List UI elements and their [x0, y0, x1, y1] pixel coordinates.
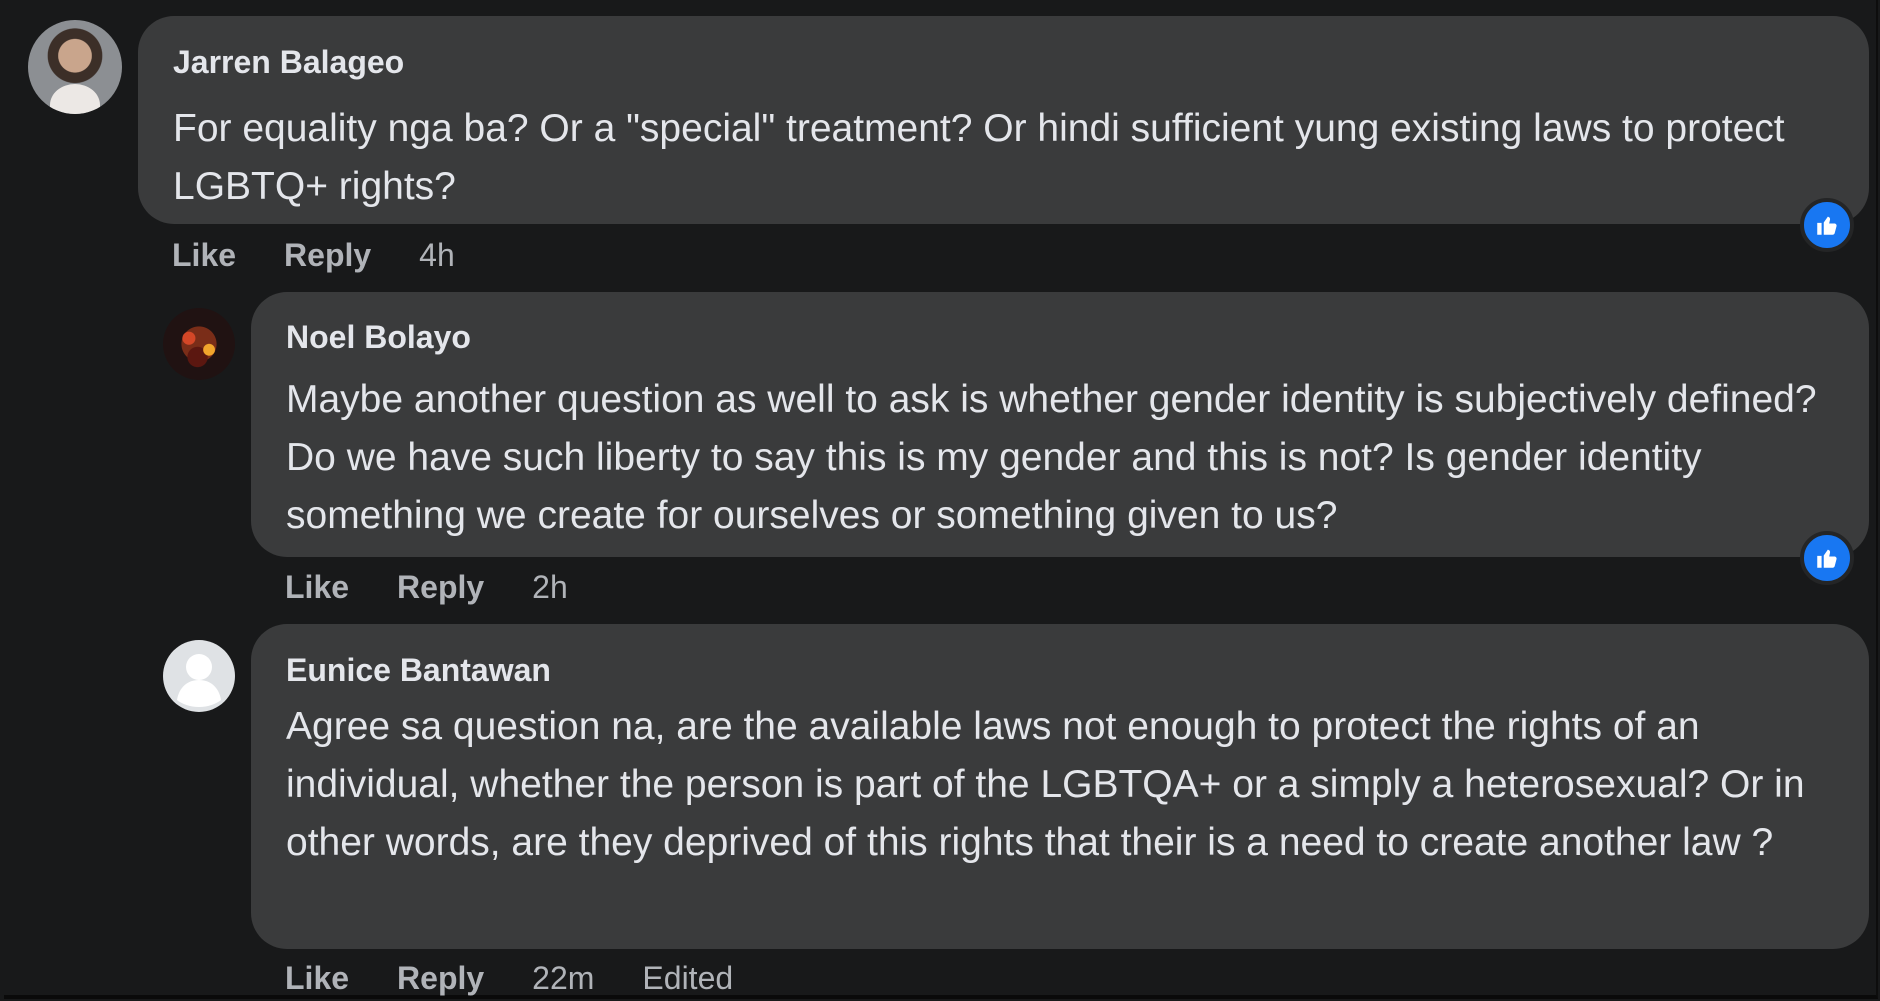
like-link[interactable]: Like	[172, 237, 236, 274]
comment-thread: Jarren Balageo For equality nga ba? Or a…	[4, 0, 1878, 999]
like-link[interactable]: Like	[285, 960, 349, 997]
comment-actions: Like Reply 22m Edited	[285, 960, 733, 997]
comment-author[interactable]: Noel Bolayo	[286, 319, 471, 356]
like-reaction-icon[interactable]	[1800, 531, 1854, 585]
comment-actions: Like Reply 2h	[285, 569, 568, 606]
reply-link[interactable]: Reply	[397, 569, 484, 606]
comment-text: Maybe another question as well to ask is…	[286, 378, 1817, 537]
comment-text: For equality nga ba? Or a "special" trea…	[173, 107, 1785, 208]
default-profile-icon	[177, 654, 221, 707]
reply-link[interactable]: Reply	[284, 237, 371, 274]
comment-bubble: Eunice Bantawan Agree sa question na, ar…	[251, 624, 1869, 949]
comment-author[interactable]: Jarren Balageo	[173, 44, 404, 81]
comment-actions: Like Reply 4h	[172, 237, 455, 274]
thumbs-up-icon	[1817, 549, 1837, 568]
comment-bubble: Jarren Balageo For equality nga ba? Or a…	[138, 16, 1869, 224]
comment-text: Agree sa question na, are the available …	[286, 705, 1805, 864]
edited-label: Edited	[642, 960, 734, 996]
comment-time[interactable]: 4h	[419, 237, 455, 274]
comment-time[interactable]: 2h	[532, 569, 568, 606]
avatar[interactable]	[28, 20, 122, 114]
avatar[interactable]	[163, 308, 235, 380]
comment-bubble: Noel Bolayo Maybe another question as we…	[251, 292, 1869, 557]
comment-author[interactable]: Eunice Bantawan	[286, 652, 551, 689]
comment-time[interactable]: 22m	[532, 960, 594, 997]
like-link[interactable]: Like	[285, 569, 349, 606]
thumbs-up-icon	[1817, 216, 1837, 235]
default-profile-icon[interactable]	[163, 640, 235, 712]
reply-link[interactable]: Reply	[397, 960, 484, 997]
like-reaction-icon[interactable]	[1800, 198, 1854, 252]
